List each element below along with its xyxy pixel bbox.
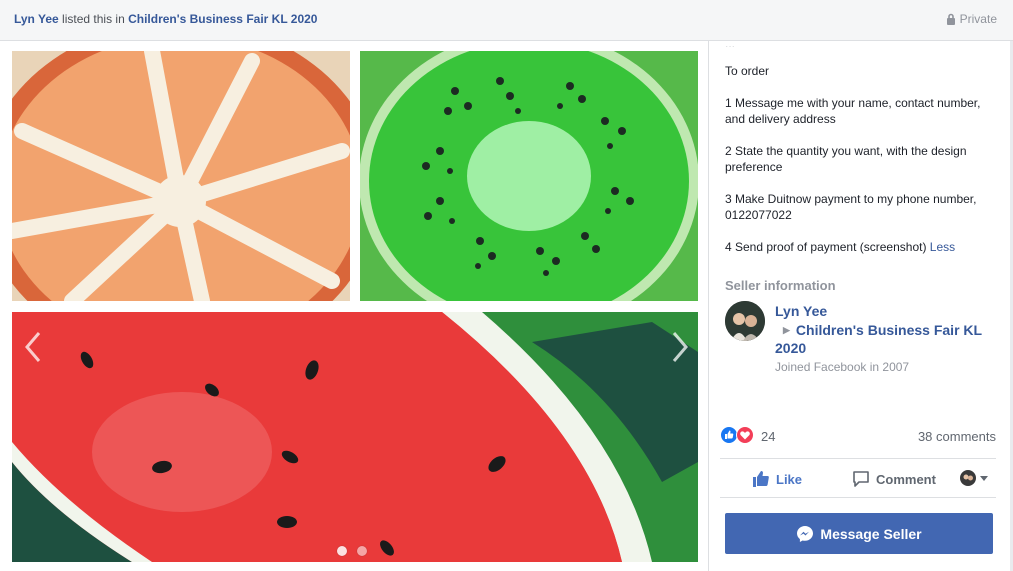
caret-right-icon: ▶: [783, 325, 790, 335]
love-reaction-icon: [736, 426, 754, 444]
header-text: Lyn Yee listed this in Children's Busine…: [14, 12, 317, 26]
seller-name-link[interactable]: Lyn Yee: [775, 303, 827, 319]
next-photo-button[interactable]: [667, 330, 693, 364]
description-step-3: 3 Make Duitnow payment to my phone numbe…: [725, 192, 977, 222]
reactions-bar: 24 38 comments: [720, 425, 996, 447]
reaction-icons[interactable]: [720, 426, 754, 444]
joined-date: Joined Facebook in 2007: [775, 360, 910, 374]
thumbs-up-icon: [753, 471, 769, 487]
description-to-order: To order: [725, 64, 770, 78]
pagination-dot[interactable]: [337, 546, 347, 556]
caret-down-icon: [980, 476, 988, 481]
message-seller-button[interactable]: Message Seller: [725, 513, 993, 554]
description-step-2: 2 State the quantity you want, with the …: [725, 144, 967, 174]
listing-details-panel: ... To order 1 Message me with your name…: [710, 41, 1013, 571]
photo-tile-orange[interactable]: [12, 51, 350, 301]
header-listed-text: listed this in: [62, 12, 125, 26]
watermelon-slice-painting: [12, 312, 698, 562]
chevron-right-icon: [672, 332, 688, 362]
seller-avatar-image: [725, 301, 765, 341]
photo-tile-kiwi[interactable]: [360, 51, 698, 301]
message-seller-label: Message Seller: [820, 525, 922, 542]
photo-pagination: [337, 546, 367, 556]
lock-icon: [946, 13, 955, 25]
messenger-icon: [797, 525, 814, 542]
orange-slice-painting: [12, 51, 350, 301]
profile-avatar-icon: [960, 470, 976, 486]
description-step-1: 1 Message me with your name, contact num…: [725, 96, 981, 126]
like-label: Like: [776, 471, 803, 487]
comment-button[interactable]: Comment: [852, 470, 936, 488]
kiwi-slice-painting: [360, 51, 698, 301]
comment-count-link[interactable]: 38 comments: [918, 429, 996, 444]
like-button[interactable]: Like: [752, 470, 802, 488]
pagination-dot[interactable]: [357, 546, 367, 556]
action-bar: Like Comment: [720, 458, 996, 498]
header-group-link[interactable]: Children's Business Fair KL 2020: [128, 12, 317, 26]
post-header: Lyn Yee listed this in Children's Busine…: [0, 0, 1013, 41]
header-seller-link[interactable]: Lyn Yee: [14, 12, 59, 26]
previous-photo-button[interactable]: [20, 330, 46, 364]
comment-icon: [853, 471, 869, 487]
description-step-4-text: 4 Send proof of payment (screenshot): [725, 240, 927, 254]
privacy-label: Private: [959, 12, 997, 26]
comment-label: Comment: [876, 471, 936, 487]
privacy-indicator[interactable]: Private: [946, 12, 997, 26]
photo-viewer[interactable]: [0, 41, 709, 571]
reaction-profile-selector[interactable]: [960, 470, 989, 486]
seller-info-title: Seller information: [725, 278, 836, 293]
see-less-link[interactable]: Less: [930, 240, 955, 254]
avatar[interactable]: [725, 301, 765, 341]
seller-group-link[interactable]: Children's Business Fair KL 2020: [775, 322, 982, 356]
photo-tile-watermelon[interactable]: [12, 312, 698, 562]
reaction-count[interactable]: 24: [761, 429, 775, 444]
description-step-4: 4 Send proof of payment (screenshot) Les…: [725, 239, 995, 255]
listing-description: ... To order 1 Message me with your name…: [725, 41, 995, 271]
chevron-left-icon: [25, 332, 41, 362]
seller-group: ▶ Children's Business Fair KL 2020: [775, 321, 995, 357]
